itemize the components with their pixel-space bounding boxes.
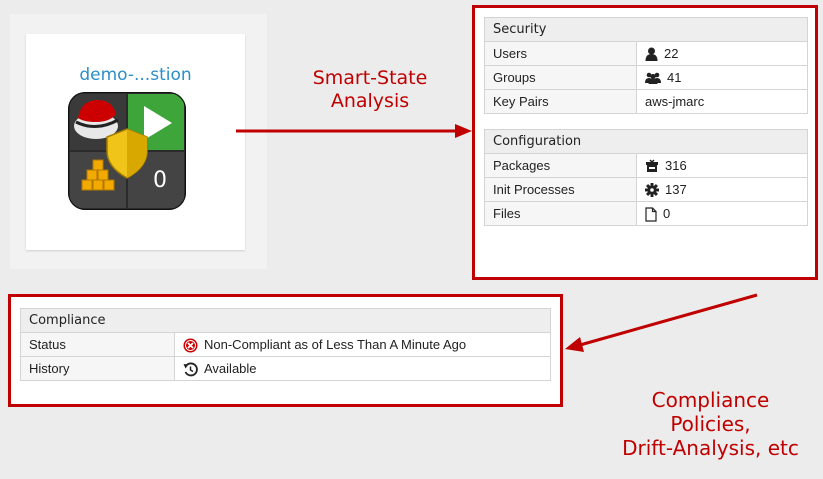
package-icon xyxy=(646,159,658,173)
configuration-table: Configuration Packages 316 Init Processe… xyxy=(484,129,808,226)
error-circle-icon xyxy=(183,338,198,353)
configuration-title: Configuration xyxy=(484,129,808,154)
vm-name-link[interactable]: demo-...stion xyxy=(26,65,245,85)
smart-state-callout: Smart-State Analysis xyxy=(312,67,428,112)
file-icon xyxy=(645,206,657,222)
row-label: Groups xyxy=(484,65,637,90)
compliance-history-link[interactable]: Available xyxy=(204,362,257,377)
row-label: History xyxy=(20,356,175,381)
table-row[interactable]: Status Non-Compliant as of Less Than A M… xyxy=(20,332,551,357)
arrow-to-compliance xyxy=(579,293,758,347)
key-pairs-value[interactable]: aws-jmarc xyxy=(636,89,808,114)
analysis-results-box: Security Users 22 Groups 41 Key Pairs aw… xyxy=(472,5,818,280)
table-row[interactable]: History Available xyxy=(20,356,551,381)
row-label: Init Processes xyxy=(484,177,637,202)
compliance-box: Compliance Status Non-Compliant as of Le… xyxy=(8,294,563,407)
table-row[interactable]: Users 22 xyxy=(484,41,808,66)
table-row[interactable]: Key Pairs aws-jmarc xyxy=(484,89,808,114)
table-row[interactable]: Groups 41 xyxy=(484,65,808,90)
row-label: Status xyxy=(20,332,175,357)
init-processes-count: 137 xyxy=(665,182,687,198)
redhat-vm-quadicon[interactable]: 0 xyxy=(68,92,186,210)
row-label: Files xyxy=(484,201,637,226)
users-count: 22 xyxy=(664,46,679,62)
table-row[interactable]: Init Processes 137 xyxy=(484,177,808,202)
security-table: Security Users 22 Groups 41 Key Pairs aw… xyxy=(484,17,808,114)
user-icon xyxy=(645,47,658,62)
group-icon xyxy=(645,72,661,85)
snapshot-count: 0 xyxy=(153,168,167,193)
table-row[interactable]: Files 0 xyxy=(484,201,808,226)
compliance-title: Compliance xyxy=(20,308,551,333)
files-count: 0 xyxy=(663,206,671,222)
history-icon xyxy=(183,362,198,376)
compliance-callout: Compliance Policies, Drift-Analysis, etc xyxy=(622,388,799,460)
table-row[interactable]: Packages 316 xyxy=(484,153,808,178)
row-label: Key Pairs xyxy=(484,89,637,114)
compliance-status-text: Non-Compliant as of Less Than A Minute A… xyxy=(204,337,467,353)
compliance-table: Compliance Status Non-Compliant as of Le… xyxy=(20,308,551,381)
row-label: Users xyxy=(484,41,637,66)
row-label: Packages xyxy=(484,153,637,178)
groups-count: 41 xyxy=(667,70,682,86)
packages-count: 316 xyxy=(665,158,687,174)
gear-icon xyxy=(645,183,659,198)
security-title: Security xyxy=(484,17,808,42)
vm-card[interactable]: demo-...stion 0 xyxy=(26,34,245,250)
